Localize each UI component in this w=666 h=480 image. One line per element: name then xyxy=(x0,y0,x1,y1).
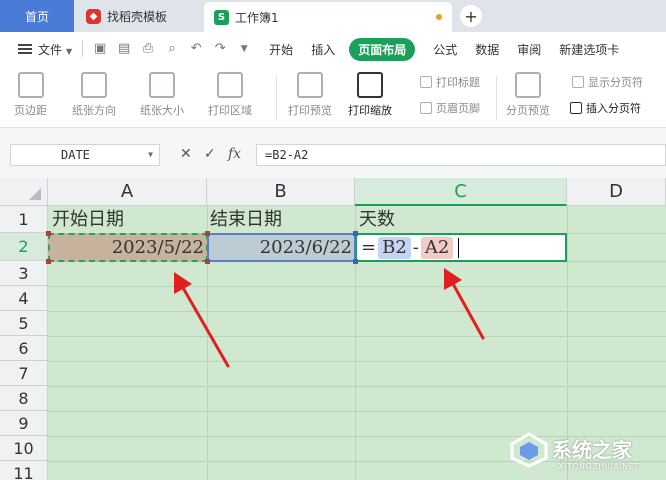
show-page-breaks-label: 显示分页符 xyxy=(588,76,643,89)
orientation-icon xyxy=(81,72,107,98)
watermark-url: XITONGZHIJIA.NET xyxy=(558,462,640,471)
arrow-icon xyxy=(444,268,485,340)
name-box[interactable]: DATE ▼ xyxy=(10,144,160,166)
menu-bar: 文件 ▼ ▣ ▤ ⎙ ⌕ ↶ ↷ ▼ 开始 插入 页面布局 公式 数据 审阅 新建… xyxy=(0,32,666,66)
menu-item-new-tab[interactable]: 新建选项卡 xyxy=(559,41,619,58)
more-chevron-icon[interactable]: ▼ xyxy=(237,42,251,56)
menu-item-page-layout[interactable]: 页面布局 xyxy=(349,37,416,61)
export-pdf-icon[interactable]: ▤ xyxy=(117,42,131,56)
page-break-preview-icon xyxy=(515,72,541,98)
menu-item-data[interactable]: 数据 xyxy=(475,41,499,58)
add-tab-button[interactable]: + xyxy=(460,5,482,27)
insert-function-icon[interactable]: fx xyxy=(228,146,241,162)
menu-item-review[interactable]: 审阅 xyxy=(517,41,541,58)
margins-label: 页边距 xyxy=(14,104,47,117)
spreadsheet-logo-icon: S xyxy=(214,9,229,25)
insert-page-break-label: 插入分页符 xyxy=(586,102,641,115)
save-icon[interactable]: ▣ xyxy=(93,42,107,56)
formula-input[interactable]: =B2-A2 xyxy=(256,144,666,166)
ribbon: 页边距 纸张方向 纸张大小 打印区域 打印预览 打印缩放 打印标题 页眉页脚 分… xyxy=(0,66,666,128)
hamburger-icon[interactable] xyxy=(18,42,32,56)
tab-template[interactable]: ◆ 找稻壳模板 xyxy=(76,0,200,32)
paper-size-button[interactable]: 纸张大小 xyxy=(140,72,184,118)
print-scale-button[interactable]: 打印缩放 xyxy=(348,72,392,118)
print-titles-label: 打印标题 xyxy=(436,76,480,89)
margins-button[interactable]: 页边距 xyxy=(14,72,47,118)
file-menu[interactable]: 文件 ▼ xyxy=(38,41,72,58)
watermark-logo-icon xyxy=(510,432,548,468)
margins-icon xyxy=(17,72,44,98)
show-page-breaks-checkbox[interactable]: 显示分页符 xyxy=(572,74,643,90)
print-area-label: 打印区域 xyxy=(208,104,252,117)
page-break-preview-button[interactable]: 分页预览 xyxy=(506,72,550,118)
orientation-button[interactable]: 纸张方向 xyxy=(72,72,116,118)
insert-page-break-button[interactable]: 插入分页符 xyxy=(570,100,641,116)
menu-item-insert[interactable]: 插入 xyxy=(311,41,335,58)
print-preview-button[interactable]: 打印预览 xyxy=(288,72,332,118)
cancel-icon[interactable]: ✕ xyxy=(180,146,192,162)
print-preview-label: 打印预览 xyxy=(288,104,332,117)
divider xyxy=(496,76,497,120)
print-scale-label: 打印缩放 xyxy=(348,104,392,117)
file-menu-label: 文件 xyxy=(38,42,63,57)
watermark-title: 系统之家 xyxy=(552,438,632,462)
insert-page-break-icon xyxy=(570,102,582,114)
print-titles-icon xyxy=(420,76,432,88)
tab-template-label: 找稻壳模板 xyxy=(107,9,168,24)
chevron-down-icon: ▼ xyxy=(66,46,73,56)
print-preview-icon xyxy=(297,72,323,98)
paper-size-label: 纸张大小 xyxy=(140,104,184,117)
divider xyxy=(82,41,84,57)
header-footer-button[interactable]: 页眉页脚 xyxy=(420,100,480,116)
tab-workbook[interactable]: S 工作簿1 xyxy=(204,2,452,32)
tab-bar: 首页 ◆ 找稻壳模板 S 工作簿1 + xyxy=(0,0,666,32)
confirm-icon[interactable]: ✓ xyxy=(204,146,216,162)
paper-size-icon xyxy=(149,72,175,98)
redo-icon[interactable]: ↷ xyxy=(213,42,227,56)
print-scale-icon xyxy=(357,72,383,98)
chevron-down-icon[interactable]: ▼ xyxy=(148,145,153,165)
docer-logo-icon: ◆ xyxy=(86,8,101,24)
preview-icon[interactable]: ⌕ xyxy=(165,42,179,56)
undo-icon[interactable]: ↶ xyxy=(189,42,203,56)
name-box-value: DATE xyxy=(61,148,90,162)
menu-item-home[interactable]: 开始 xyxy=(269,41,293,58)
arrow-icon xyxy=(174,272,230,368)
tab-workbook-label: 工作簿1 xyxy=(235,10,279,25)
unsaved-dot-icon xyxy=(436,14,442,20)
tab-home[interactable]: 首页 xyxy=(0,0,74,32)
print-titles-button[interactable]: 打印标题 xyxy=(420,74,480,90)
print-area-button[interactable]: 打印区域 xyxy=(208,72,252,118)
header-footer-icon xyxy=(420,102,432,114)
checkbox-icon xyxy=(572,76,584,88)
print-icon[interactable]: ⎙ xyxy=(141,42,155,56)
header-footer-label: 页眉页脚 xyxy=(436,102,480,115)
menu-item-formulas[interactable]: 公式 xyxy=(433,41,457,58)
page-break-preview-label: 分页预览 xyxy=(506,104,550,117)
divider xyxy=(276,76,277,120)
print-area-icon xyxy=(217,72,243,98)
watermark: 系统之家 XITONGZHIJIA.NET xyxy=(510,428,666,480)
orientation-label: 纸张方向 xyxy=(72,104,116,117)
